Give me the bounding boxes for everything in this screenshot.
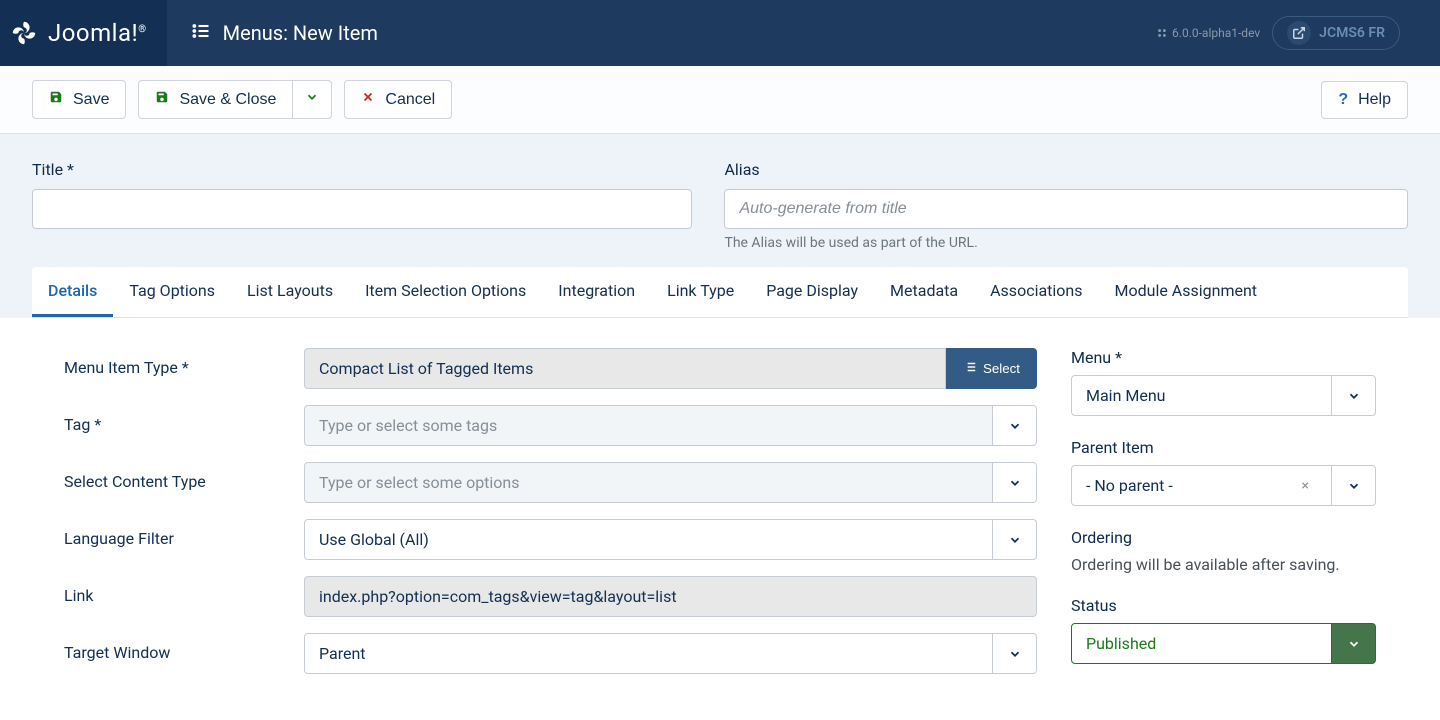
language-filter-select[interactable]: Use Global (All) <box>304 519 993 560</box>
status-select[interactable]: Published <box>1071 623 1332 664</box>
chevron-down-icon <box>305 90 319 109</box>
tab-list-layouts[interactable]: List Layouts <box>231 267 349 317</box>
tab-link-type[interactable]: Link Type <box>651 267 750 317</box>
tab-details[interactable]: Details <box>32 267 113 317</box>
logo-text: Joomla!® <box>48 19 147 47</box>
list-icon <box>963 360 977 377</box>
link-value: index.php?option=com_tags&view=tag&layou… <box>304 576 1037 617</box>
target-window-label: Target Window <box>64 633 304 662</box>
logo[interactable]: Joomla!® <box>0 0 167 66</box>
question-icon: ? <box>1338 91 1348 109</box>
language-filter-label: Language Filter <box>64 519 304 548</box>
clear-parent-icon[interactable]: × <box>1294 478 1317 494</box>
menu-caret[interactable] <box>1332 375 1376 416</box>
ordering-label: Ordering <box>1071 528 1376 547</box>
menu-item-type-value: Compact List of Tagged Items <box>304 348 946 389</box>
tab-page-display[interactable]: Page Display <box>750 267 874 317</box>
parent-item-caret[interactable] <box>1332 465 1376 506</box>
version-badge: 6.0.0-alpha1-dev <box>1156 26 1260 40</box>
site-link-pill[interactable]: JCMS6 FR <box>1272 16 1400 50</box>
target-window-caret[interactable] <box>993 633 1037 674</box>
tab-item-selection[interactable]: Item Selection Options <box>349 267 542 317</box>
alias-input[interactable] <box>724 189 1408 229</box>
content-type-select[interactable]: Type or select some options <box>304 462 993 503</box>
tab-metadata[interactable]: Metadata <box>874 267 974 317</box>
ordering-text: Ordering will be available after saving. <box>1071 555 1376 574</box>
target-window-select[interactable]: Parent <box>304 633 993 674</box>
alias-help-text: The Alias will be used as part of the UR… <box>724 235 1408 251</box>
link-label: Link <box>64 576 304 605</box>
site-name: JCMS6 FR <box>1319 25 1385 41</box>
page-title: Menus: New Item <box>223 21 378 45</box>
tabs: Details Tag Options List Layouts Item Se… <box>32 267 1408 318</box>
list-icon <box>191 21 211 45</box>
language-filter-caret[interactable] <box>993 519 1037 560</box>
parent-item-select[interactable]: - No parent - × <box>1071 465 1332 506</box>
status-caret[interactable] <box>1332 623 1376 664</box>
save-button[interactable]: Save <box>32 80 126 119</box>
alias-label: Alias <box>724 160 1408 179</box>
tab-integration[interactable]: Integration <box>542 267 651 317</box>
content-type-label: Select Content Type <box>64 462 304 491</box>
help-button[interactable]: ? Help <box>1321 81 1408 119</box>
cancel-button[interactable]: Cancel <box>344 80 452 119</box>
tag-select[interactable]: Type or select some tags <box>304 405 993 446</box>
tab-module-assignment[interactable]: Module Assignment <box>1099 267 1274 317</box>
joomla-mini-icon <box>1156 27 1168 39</box>
tab-tag-options[interactable]: Tag Options <box>113 267 231 317</box>
save-icon <box>49 90 63 109</box>
save-icon <box>155 90 169 109</box>
tab-associations[interactable]: Associations <box>974 267 1098 317</box>
menu-label: Menu * <box>1071 348 1376 367</box>
menu-select[interactable]: Main Menu <box>1071 375 1332 416</box>
tag-label: Tag * <box>64 405 304 434</box>
status-label: Status <box>1071 596 1376 615</box>
parent-item-label: Parent Item <box>1071 438 1376 457</box>
menu-item-type-select-button[interactable]: Select <box>946 348 1037 389</box>
joomla-logo-icon <box>10 19 38 47</box>
tag-caret[interactable] <box>993 405 1037 446</box>
save-close-button[interactable]: Save & Close <box>138 80 293 119</box>
content-type-caret[interactable] <box>993 462 1037 503</box>
menu-item-type-label: Menu Item Type * <box>64 348 304 377</box>
save-dropdown-button[interactable] <box>293 80 332 119</box>
close-icon <box>361 90 375 109</box>
external-link-icon <box>1287 21 1311 45</box>
title-label: Title * <box>32 160 692 179</box>
title-input[interactable] <box>32 189 692 229</box>
